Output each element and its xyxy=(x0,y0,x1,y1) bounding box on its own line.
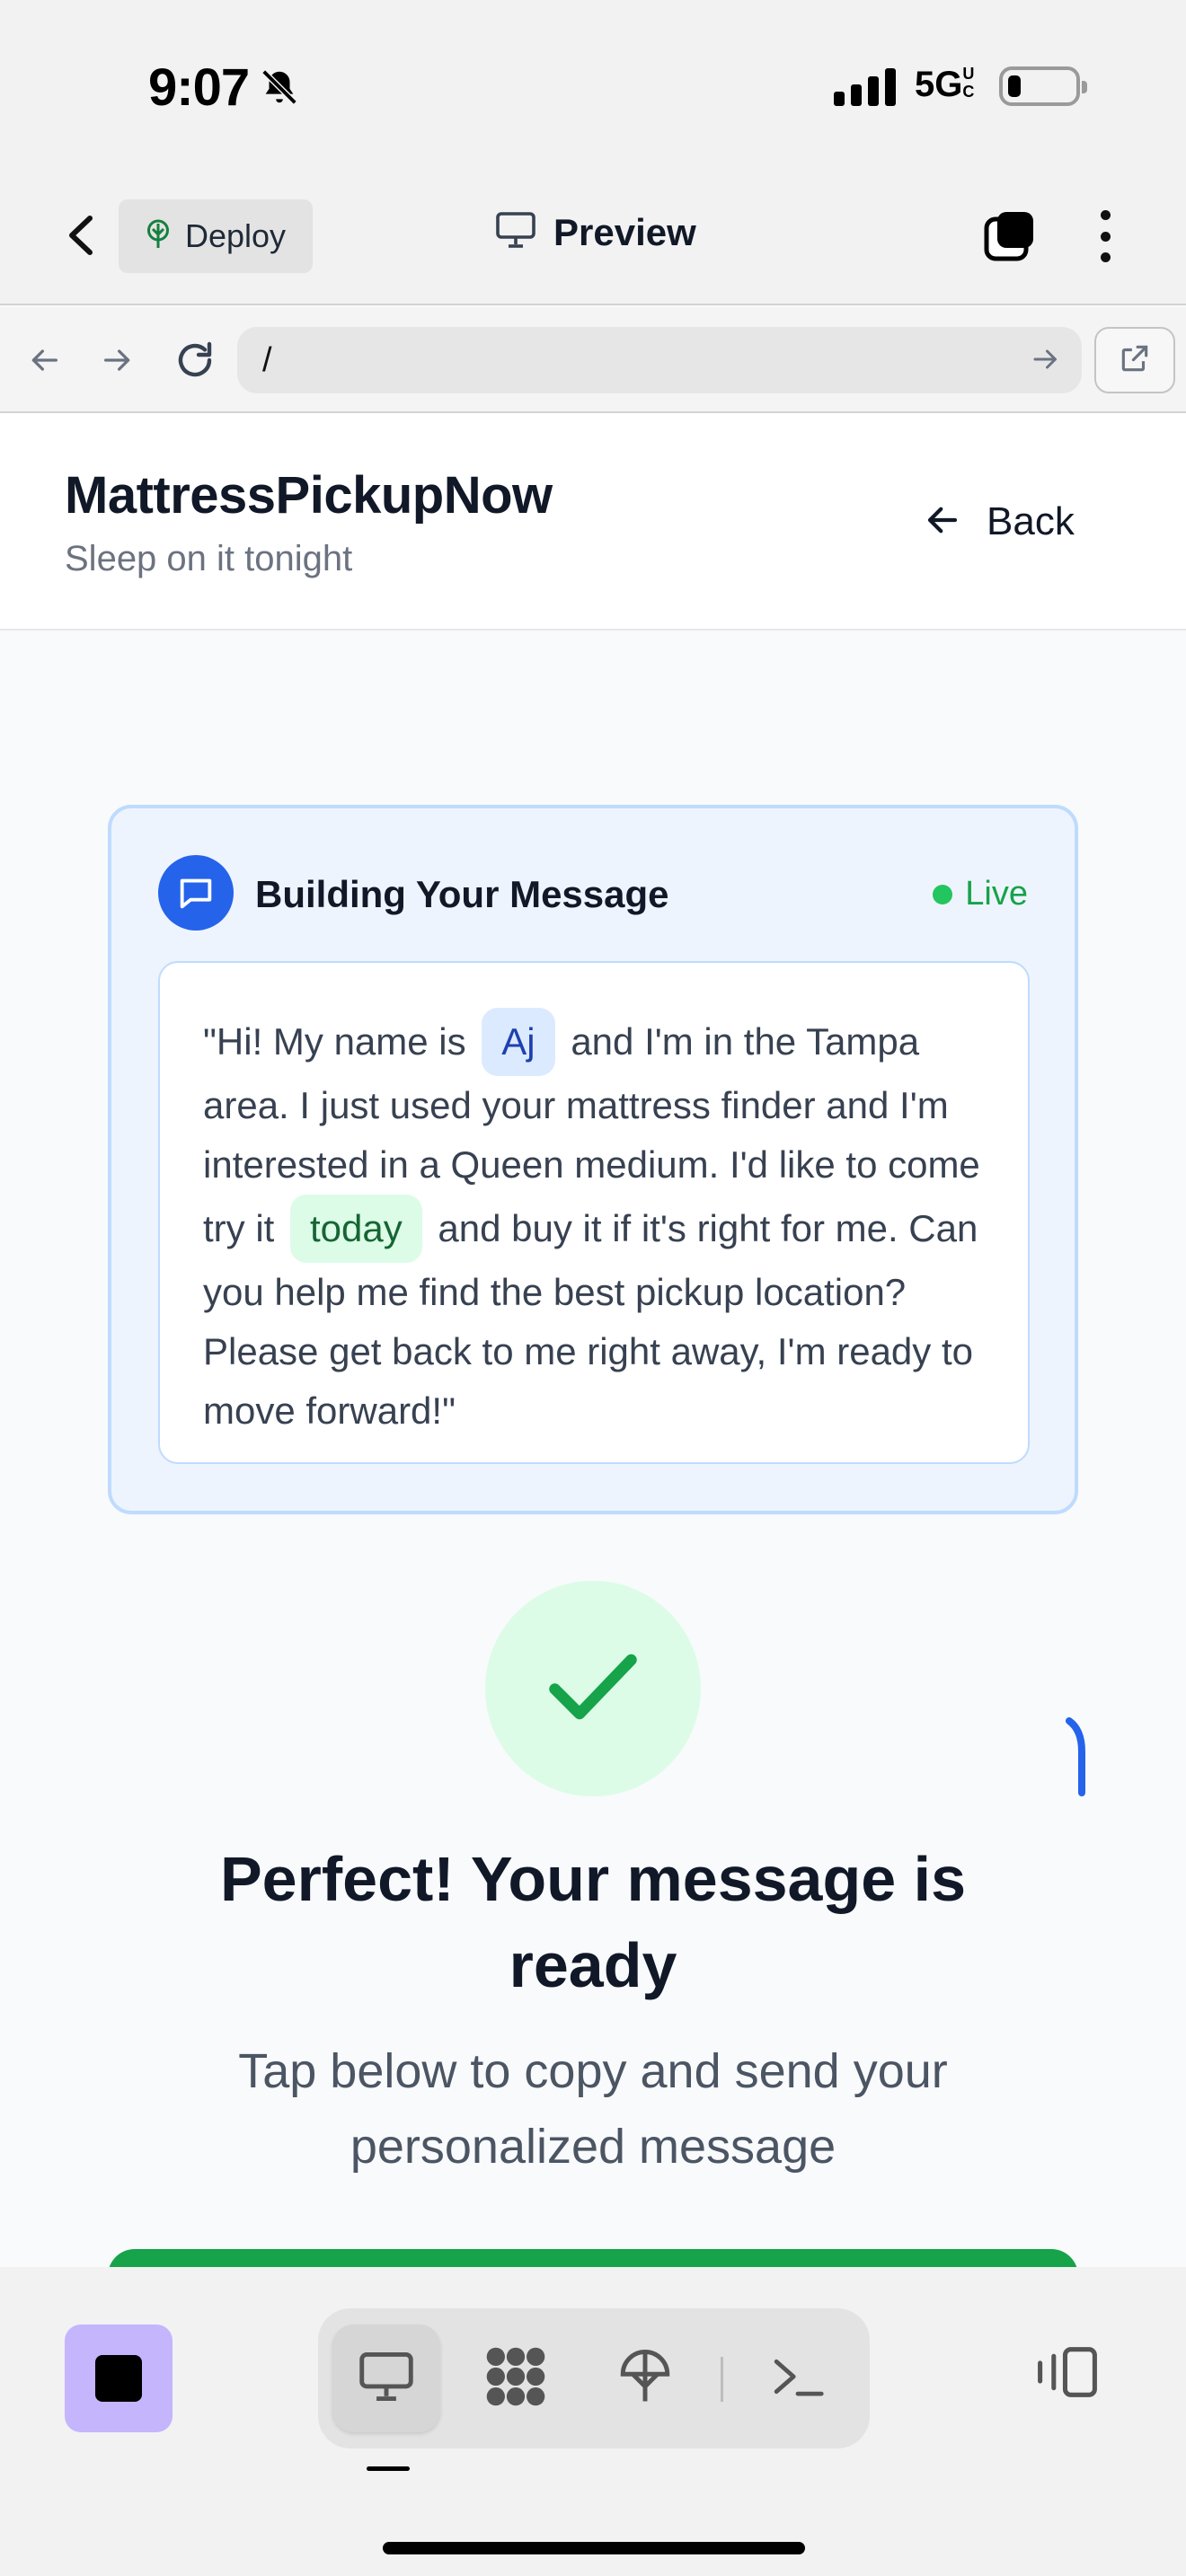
success-badge xyxy=(485,1581,701,1796)
go-arrow-icon[interactable] xyxy=(1030,343,1062,380)
page-header: MattressPickupNow Sleep on it tonight Ba… xyxy=(0,413,1186,631)
view-switcher xyxy=(318,2308,870,2448)
preview-title: Preview xyxy=(494,210,696,254)
timeframe-chip: today xyxy=(290,1195,422,1263)
live-dot-icon xyxy=(933,884,953,904)
bottom-toolbar xyxy=(0,2267,1186,2576)
battery-icon xyxy=(999,66,1087,106)
brand-tagline: Sleep on it tonight xyxy=(65,539,353,578)
external-link-icon xyxy=(1118,341,1152,380)
arrow-left-icon xyxy=(924,501,961,543)
brand-title[interactable]: MattressPickupNow xyxy=(65,465,553,525)
back-label: Back xyxy=(987,499,1075,543)
loading-spinner-icon xyxy=(1066,1716,1087,1801)
checkmark-icon xyxy=(544,1646,642,1732)
main-content: Building Your Message Live "Hi! My name … xyxy=(0,632,1186,2267)
name-chip: Aj xyxy=(482,1008,555,1076)
side-panel-icon[interactable] xyxy=(1033,2344,1102,2404)
console-view-button[interactable] xyxy=(744,2325,852,2432)
deploy-label: Deploy xyxy=(185,217,287,254)
copy-message-button[interactable] xyxy=(108,2249,1078,2267)
toolbar-divider xyxy=(721,2357,723,2402)
apps-view-button[interactable] xyxy=(462,2325,570,2432)
tabs-icon[interactable] xyxy=(981,207,1039,264)
preview-label: Preview xyxy=(553,210,696,253)
live-indicator: Live xyxy=(933,875,1028,913)
message-text: "Hi! My name is Aj and I'm in the Tampa … xyxy=(203,1008,985,1441)
monitor-icon xyxy=(357,2350,416,2408)
clock: 9:07 xyxy=(148,58,250,117)
stop-icon xyxy=(95,2355,142,2402)
message-card-title: Building Your Message xyxy=(255,873,669,915)
success-subtitle: Tap below to copy and send your personal… xyxy=(238,2044,948,2174)
browser-back-icon[interactable] xyxy=(18,334,70,386)
live-label: Live xyxy=(965,875,1028,913)
message-card: Building Your Message Live "Hi! My name … xyxy=(108,805,1078,1514)
reload-icon[interactable] xyxy=(169,334,221,386)
deploy-button[interactable]: Deploy xyxy=(119,199,313,273)
signal-icon xyxy=(834,66,896,106)
deploy-tree-icon xyxy=(615,2347,675,2411)
back-chevron-icon[interactable] xyxy=(58,208,102,262)
network-label: 5GUC xyxy=(915,65,975,104)
monitor-icon xyxy=(494,210,537,254)
message-preview: "Hi! My name is Aj and I'm in the Tampa … xyxy=(158,961,1030,1464)
chat-bubble-icon xyxy=(158,855,234,931)
back-button[interactable]: Back xyxy=(924,499,1075,544)
more-menu-icon[interactable] xyxy=(1087,207,1123,266)
active-tab-indicator xyxy=(367,2466,410,2471)
browser-forward-icon[interactable] xyxy=(92,334,144,386)
terminal-icon xyxy=(770,2354,826,2404)
open-external-button[interactable] xyxy=(1094,327,1175,393)
stop-button[interactable] xyxy=(65,2325,173,2432)
home-indicator[interactable] xyxy=(383,2542,805,2554)
preview-view-button[interactable] xyxy=(332,2325,440,2432)
status-bar: 9:07 5GUC xyxy=(0,0,1186,171)
browser-bar xyxy=(0,307,1186,413)
bell-slash-icon xyxy=(259,66,300,112)
app-header: Deploy Preview xyxy=(0,171,1186,305)
deploy-tree-icon xyxy=(142,218,174,255)
url-input[interactable] xyxy=(262,340,999,380)
deploy-view-button[interactable] xyxy=(591,2325,699,2432)
grid-blob-icon xyxy=(482,2342,550,2415)
url-bar[interactable] xyxy=(237,327,1082,393)
success-title: Perfect! Your message is ready xyxy=(219,1844,967,2000)
